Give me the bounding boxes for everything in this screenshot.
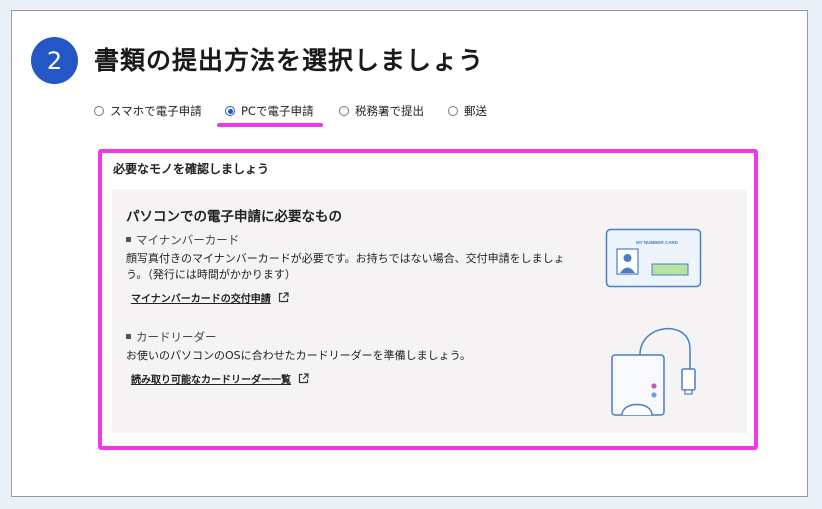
radio-option-tax-office[interactable]: 税務署で提出 <box>339 103 424 119</box>
radio-label: 郵送 <box>464 104 487 118</box>
selected-option-highlight <box>217 123 323 127</box>
step-number-badge: 2 <box>31 37 78 84</box>
radio-option-smartphone[interactable]: スマホで電子申請 <box>94 103 202 119</box>
link-card-reader-list[interactable]: 読み取り可能なカードリーダー一覧 <box>131 371 309 386</box>
radio-label: スマホで電子申請 <box>110 104 202 118</box>
item-heading-mynumber-card: マイナンバーカード <box>126 232 239 248</box>
radio-option-mail[interactable]: 郵送 <box>448 103 487 119</box>
radio-button-selected[interactable] <box>225 106 235 116</box>
radio-button[interactable] <box>448 106 458 116</box>
requirements-heading: パソコンでの電子申請に必要なもの <box>126 209 342 225</box>
step-number: 2 <box>46 46 63 75</box>
card-reader-illustration <box>611 327 696 416</box>
item-desc-line: う。（発行には時間がかかります） <box>126 268 296 281</box>
mynumber-card-illustration: MY NUMBER CARD <box>605 228 702 288</box>
radio-label: 税務署で提出 <box>355 104 424 118</box>
item-desc-line: 顔写真付きのマイナンバーカードが必要です。お持ちではない場合、交付申請をしましょ <box>126 252 565 265</box>
external-link-icon <box>298 373 309 384</box>
link-text: 読み取り可能なカードリーダー一覧 <box>131 375 291 386</box>
card-label: MY NUMBER CARD <box>636 240 679 245</box>
radio-label: PCで電子申請 <box>241 104 314 118</box>
link-mynumber-card-application[interactable]: マイナンバーカードの交付申請 <box>131 290 289 305</box>
panel-title: 必要なモノを確認しましょう <box>113 162 270 176</box>
radio-option-pc[interactable]: PCで電子申請 <box>225 103 313 119</box>
item-heading-card-reader: カードリーダー <box>126 329 217 345</box>
item-desc-line: お使いのパソコンのOSに合わせたカードリーダーを準備しましょう。 <box>126 349 471 362</box>
link-text: マイナンバーカードの交付申請 <box>131 294 271 305</box>
external-link-icon <box>278 292 289 303</box>
page-title: 書類の提出方法を選択しましょう <box>94 46 485 75</box>
radio-button[interactable] <box>339 106 349 116</box>
radio-button[interactable] <box>94 106 104 116</box>
